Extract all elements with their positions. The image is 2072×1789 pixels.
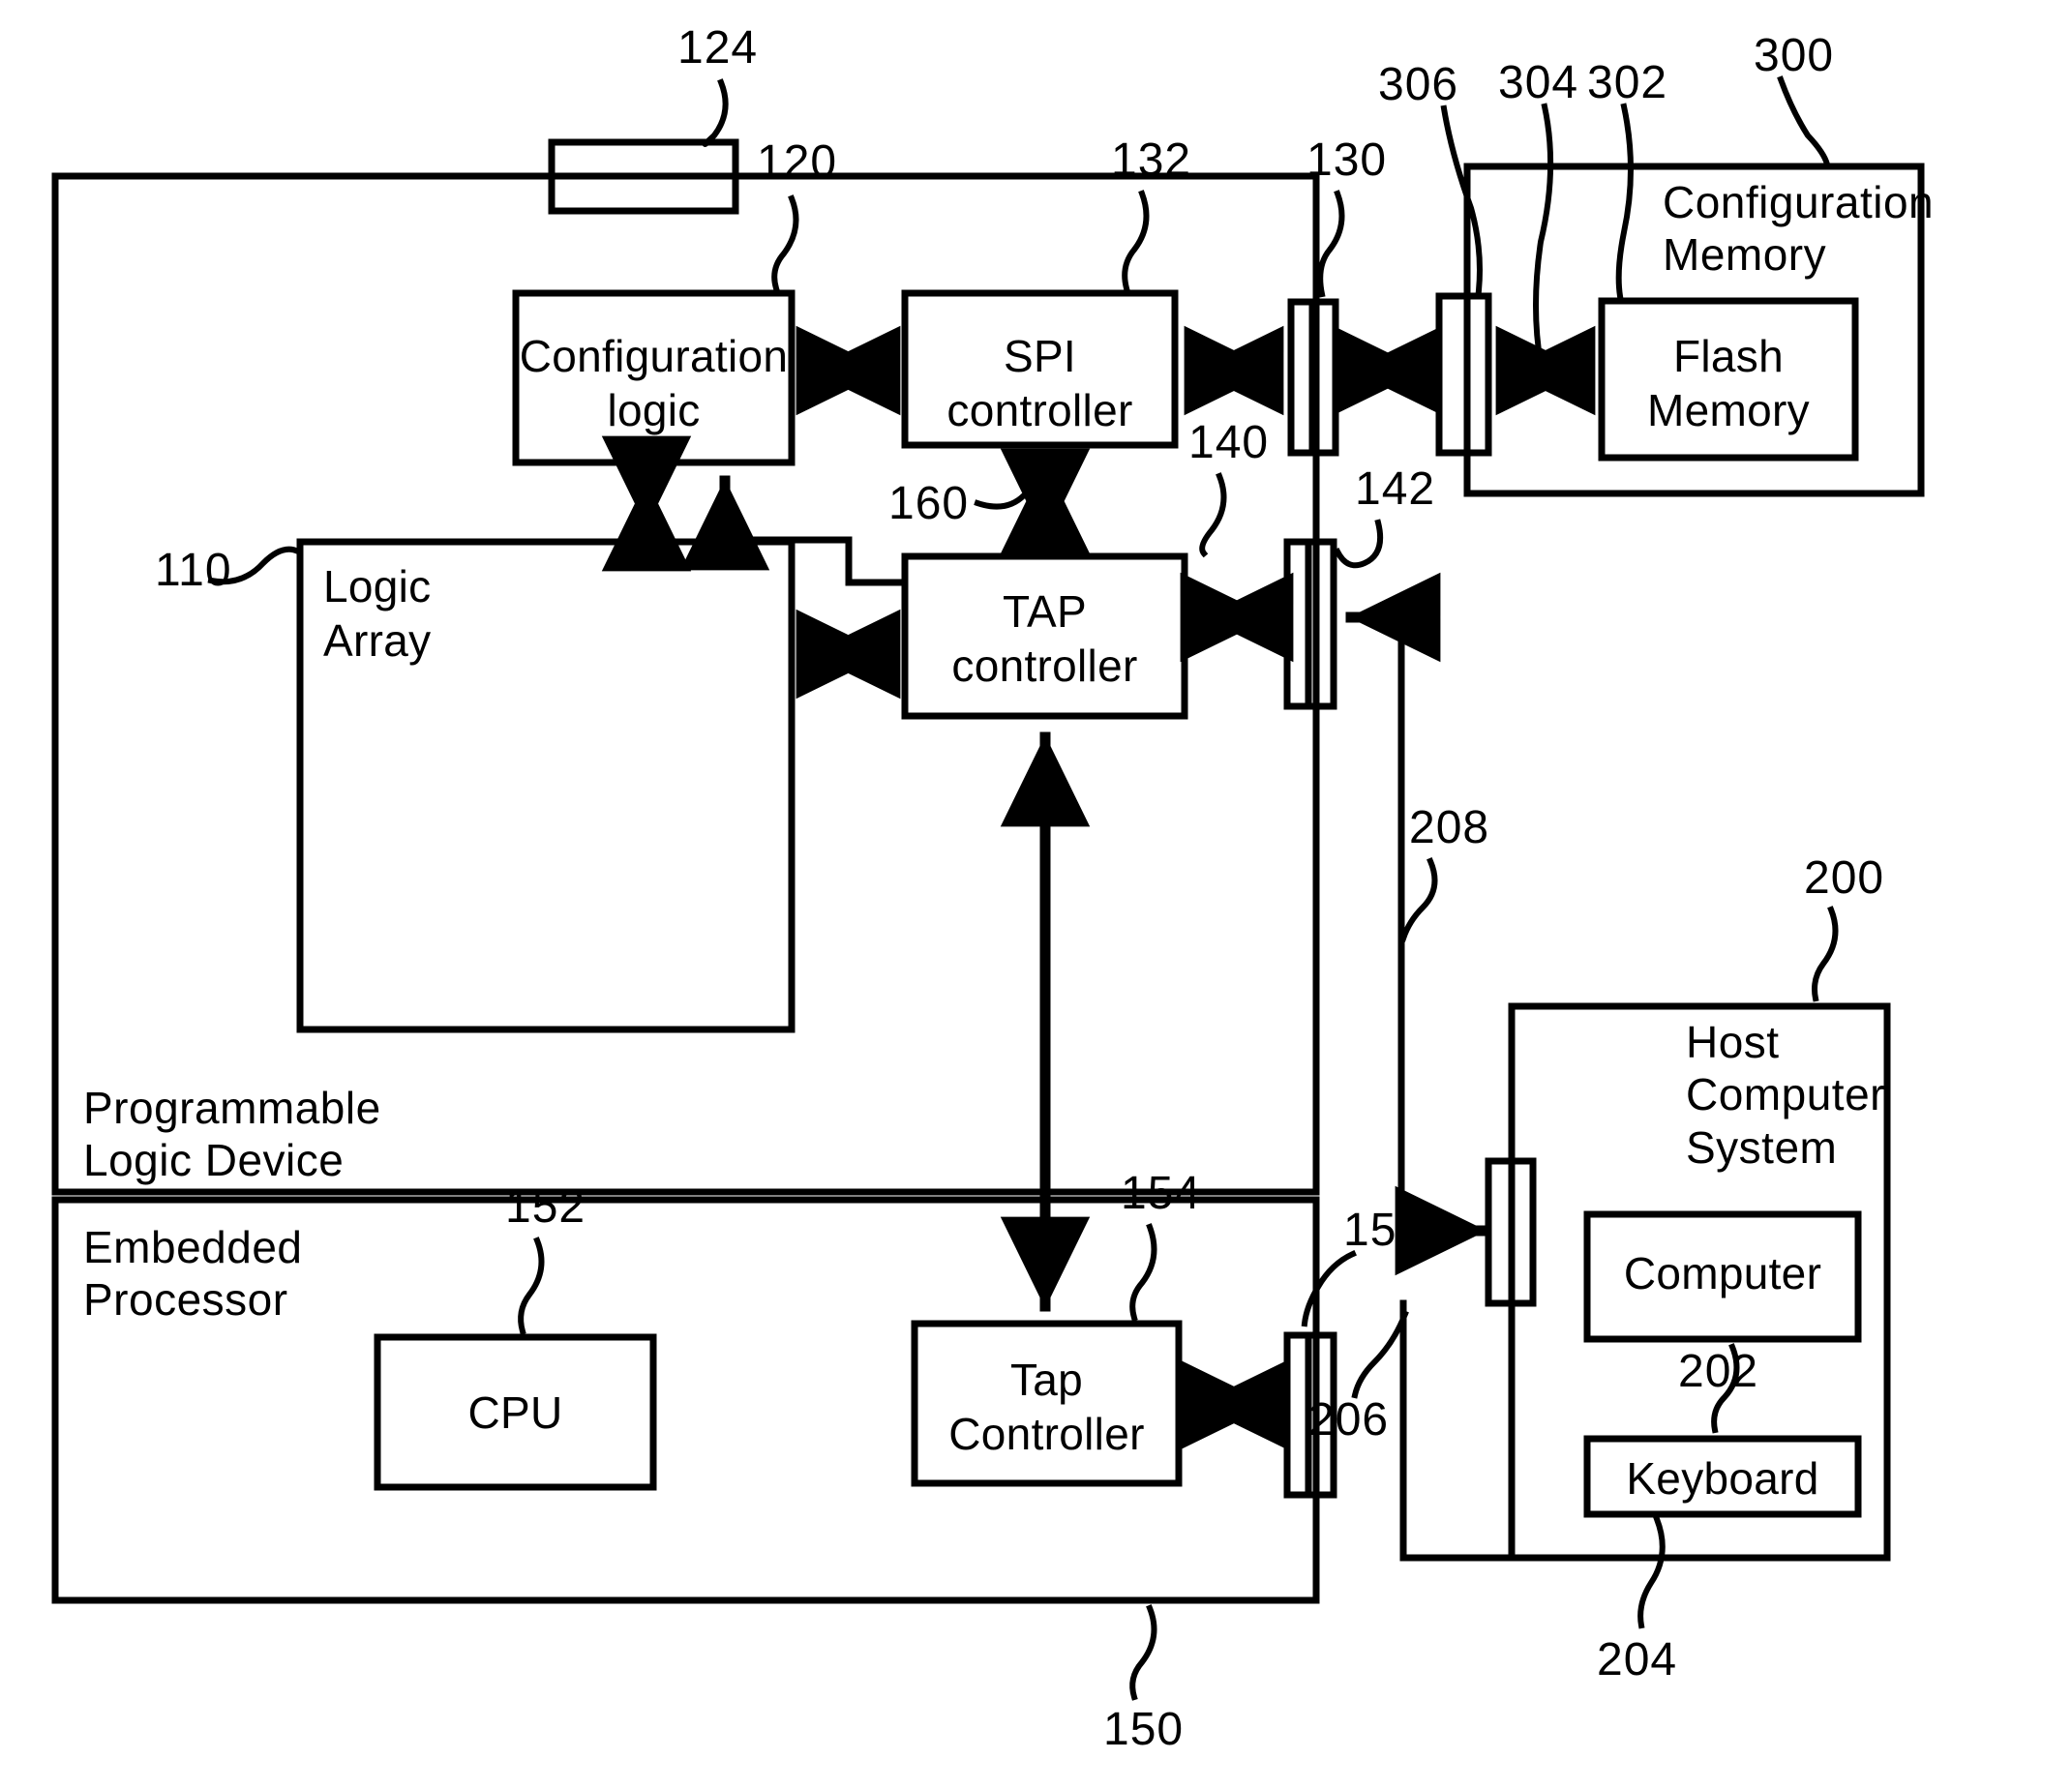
leader-140	[1199, 472, 1227, 558]
ref-200: 200	[1804, 852, 1885, 904]
leader-302	[1615, 103, 1634, 300]
ref-304: 304	[1498, 57, 1579, 108]
leader-156	[1301, 1250, 1357, 1327]
leader-200	[1812, 906, 1839, 1002]
leader-154	[1129, 1223, 1157, 1322]
ref-120: 120	[757, 136, 838, 188]
ref-306: 306	[1378, 59, 1459, 110]
spi-controller-label: SPI controller	[946, 331, 1133, 436]
leader-300	[1777, 75, 1831, 168]
ref-302: 302	[1587, 57, 1668, 108]
ref-202: 202	[1678, 1346, 1759, 1397]
leader-130	[1317, 190, 1345, 298]
embedded-processor-caption: Embedded Processor	[83, 1222, 303, 1326]
leader-208	[1399, 857, 1438, 942]
ref-140: 140	[1188, 417, 1270, 468]
computer-label: Computer	[1623, 1248, 1822, 1298]
ref-204: 204	[1597, 1634, 1678, 1685]
ref-132: 132	[1111, 134, 1192, 186]
ref-124: 124	[677, 22, 759, 74]
ref-142: 142	[1355, 463, 1436, 515]
ref-152: 152	[505, 1181, 586, 1233]
ref-150: 150	[1103, 1704, 1185, 1755]
ref-208: 208	[1409, 802, 1490, 853]
tap-controller-ep-label: Tap Controller	[948, 1355, 1145, 1460]
cpu-label: CPU	[467, 1387, 563, 1438]
flash-memory-label: Flash Memory	[1647, 331, 1810, 436]
logic-array-label: Logic Array	[323, 561, 432, 667]
leader-206	[1351, 1310, 1409, 1399]
leader-142	[1333, 519, 1384, 569]
leader-132	[1122, 190, 1150, 292]
pld-caption: Programmable Logic Device	[83, 1083, 381, 1186]
leader-150	[1129, 1604, 1157, 1701]
tap-controller-pld-label: TAP controller	[951, 586, 1138, 692]
ref-130: 130	[1306, 134, 1388, 186]
ref-154: 154	[1121, 1168, 1202, 1219]
configuration-logic-label: Configuration logic	[519, 331, 789, 436]
leader-124	[702, 78, 729, 147]
ref-300: 300	[1754, 30, 1835, 81]
ref-156: 156	[1343, 1205, 1425, 1256]
patent-figure-canvas: 124 120 132 130 306 304 302 300 110 140 …	[0, 0, 2072, 1789]
ref-206: 206	[1308, 1394, 1390, 1446]
leader-120	[771, 194, 799, 292]
leader-160	[974, 482, 1049, 510]
host-computer-system-caption: Host Computer System	[1686, 1017, 1885, 1173]
leader-152	[518, 1237, 545, 1335]
leader-306	[1440, 104, 1483, 294]
keyboard-label: Keyboard	[1626, 1453, 1819, 1504]
line-tap-to-configlogic	[721, 480, 909, 586]
ref-110: 110	[155, 545, 232, 596]
line-156-to-host	[1399, 1299, 1516, 1562]
configuration-memory-caption: Configuration Memory	[1663, 177, 1935, 281]
ref-160: 160	[888, 478, 970, 529]
leader-204	[1637, 1515, 1666, 1629]
leader-304	[1533, 103, 1554, 368]
